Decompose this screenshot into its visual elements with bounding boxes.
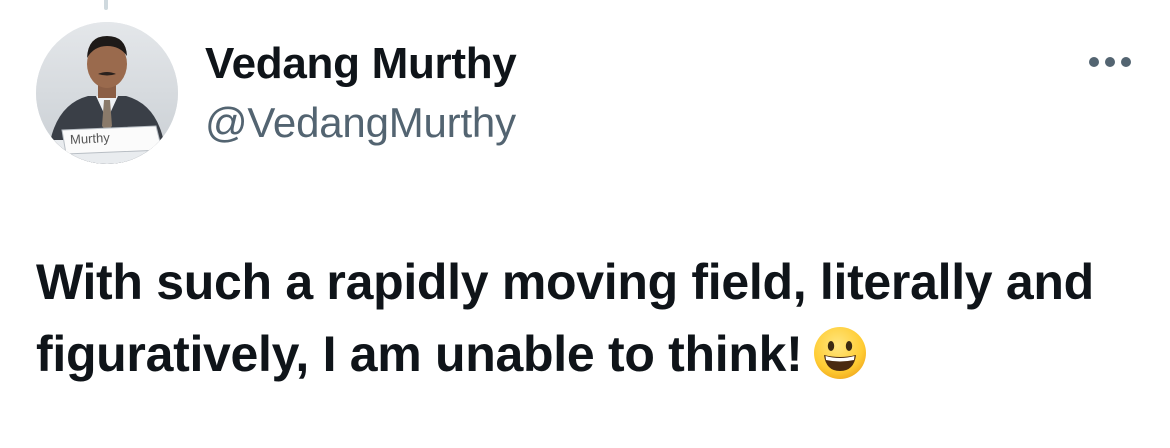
more-horizontal-icon	[1089, 57, 1131, 67]
tweet-header: Vedang Murthy @VedangMurthy	[205, 36, 517, 150]
tweet-body: With such a rapidly moving field, litera…	[36, 246, 1136, 400]
grinning-face-emoji-icon	[812, 325, 868, 400]
user-handle[interactable]: @VedangMurthy	[205, 96, 516, 150]
more-options-button[interactable]	[1086, 44, 1134, 80]
avatar-nameplate-text: Murthy	[69, 129, 111, 148]
thread-connector-line	[104, 0, 108, 10]
display-name[interactable]: Vedang Murthy	[205, 36, 517, 92]
tweet-text: With such a rapidly moving field, litera…	[36, 254, 1094, 382]
avatar[interactable]: Murthy	[36, 22, 178, 164]
